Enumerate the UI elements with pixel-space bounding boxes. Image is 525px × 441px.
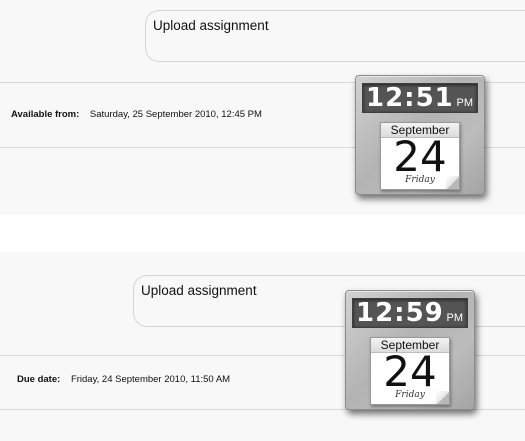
calendar-day: 24 — [383, 347, 437, 396]
clock-time: 12:51 — [366, 83, 454, 113]
calendar-weekday: Friday — [395, 390, 425, 400]
available-from-value: Saturday, 25 September 2010, 12:45 PM — [89, 109, 262, 120]
clock-ampm: PM — [446, 312, 464, 324]
digital-clock: 12:59 PM — [352, 298, 468, 328]
clock-time: 12:59 — [356, 298, 444, 328]
available-from-label: Available from: — [11, 109, 80, 120]
calendar-page: September 24 Friday — [380, 122, 460, 190]
clock-ampm: PM — [456, 97, 474, 109]
clock-calendar-widget: 12:59 PM September 24 Friday — [345, 290, 475, 410]
calendar-weekday: Friday — [405, 175, 435, 185]
calendar-page: September 24 Friday — [370, 337, 450, 405]
due-date-line: Due date: Friday, 24 September 2010, 11:… — [17, 374, 230, 385]
calendar-day: 24 — [393, 132, 447, 181]
available-from-line: Available from: Saturday, 25 September 2… — [11, 109, 262, 120]
due-date-panel: Upload assignment Due date: Friday, 24 S… — [0, 252, 525, 441]
assignment-header: Upload assignment — [145, 10, 525, 62]
available-from-panel: Upload assignment Available from: Saturd… — [0, 0, 525, 215]
assignment-title: Upload assignment — [153, 18, 269, 33]
due-date-label: Due date: — [17, 374, 61, 385]
assignment-title: Upload assignment — [141, 283, 257, 298]
clock-calendar-widget: 12:51 PM September 24 Friday — [355, 75, 485, 195]
digital-clock: 12:51 PM — [362, 83, 478, 113]
due-date-value: Friday, 24 September 2010, 11:50 AM — [70, 374, 231, 385]
